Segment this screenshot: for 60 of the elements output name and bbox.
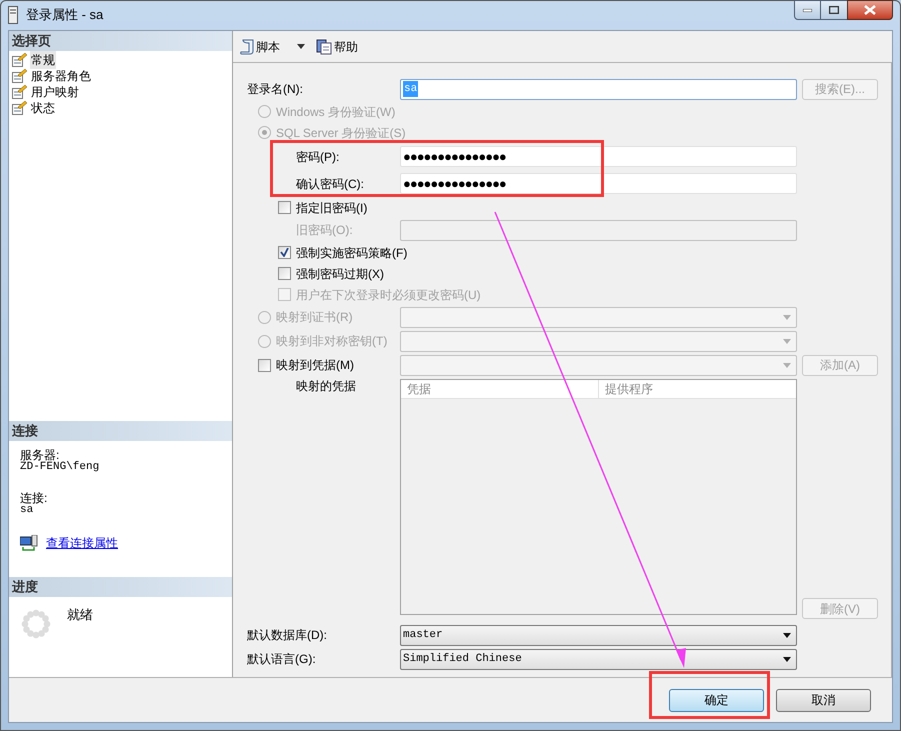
section-header: 选择页 (9, 31, 232, 51)
window-icon (8, 6, 18, 24)
window-title: 登录属性 - sa (26, 6, 104, 24)
field-label: 密码(P): (296, 150, 340, 164)
column-header: 提供程序 (604, 381, 654, 398)
ok-button[interactable]: 确定 (669, 688, 764, 712)
caret-icon[interactable] (297, 44, 305, 49)
cancel-button[interactable]: 取消 (776, 688, 871, 712)
page-icon (12, 101, 27, 115)
field-label: 映射的凭据 (296, 379, 356, 393)
dropdown-arrow-icon (783, 632, 791, 638)
scroll-icon (240, 38, 254, 54)
computer-icon (20, 535, 38, 551)
field-label: 映射到凭据(M) (276, 358, 354, 372)
page-list-item[interactable]: 常规 (30, 51, 56, 69)
field-label: 用户在下次登录时必须更改密码(U) (296, 288, 481, 302)
field-label: 强制实施密码策略(F) (296, 246, 408, 260)
progress-spinner-icon (21, 609, 51, 639)
connection-label: 连接: (20, 492, 48, 505)
field-label: 旧密码(O): (296, 223, 353, 237)
column-header: 凭据 (401, 380, 599, 398)
dropdown[interactable]: Simplified Chinese (400, 648, 797, 670)
field-label: 映射到证书(R) (276, 310, 353, 324)
close-button[interactable] (847, 0, 893, 20)
server-label: 服务器: (20, 449, 60, 462)
server-name: ZD-FENG\feng (20, 462, 100, 473)
section-header: 连接 (9, 421, 232, 441)
field-label: 指定旧密码(I) (296, 200, 368, 214)
document-icon (316, 38, 332, 54)
section-header: 进度 (9, 577, 232, 597)
minimize-icon (803, 8, 812, 12)
status-text: 就绪 (67, 606, 93, 624)
page-list-item[interactable]: 服务器角色 (30, 67, 92, 85)
field-label: SQL Server 身份验证(S) (276, 126, 406, 140)
page-list-item[interactable]: 状态 (30, 99, 56, 117)
help-button[interactable]: 帮助 (315, 36, 359, 58)
script-button[interactable]: 脚本 (239, 36, 281, 58)
dropdown-arrow-icon (783, 338, 791, 344)
minimize-button[interactable] (794, 0, 821, 20)
dropdown-arrow-icon (783, 314, 791, 320)
field-label: 确认密码(C): (296, 176, 364, 190)
page-icon (12, 69, 27, 83)
page-icon (12, 85, 27, 99)
field-label: 默认语言(G): (247, 652, 316, 666)
dropdown[interactable]: master (400, 624, 797, 646)
field-label: 登录名(N): (247, 82, 303, 96)
maximize-button[interactable] (821, 0, 847, 20)
page-list-item[interactable]: 用户映射 (30, 83, 80, 101)
field-label: 强制密码过期(X) (296, 266, 384, 280)
maximize-icon (829, 6, 839, 14)
close-icon (864, 5, 876, 15)
field-label: 映射到非对称密钥(T) (276, 334, 388, 348)
dropdown-arrow-icon (783, 362, 791, 368)
checkbox[interactable] (258, 358, 271, 372)
page-icon (12, 53, 27, 67)
view-connection-properties-link[interactable]: 查看连接属性 (46, 534, 118, 552)
connection-name: sa (20, 505, 34, 516)
field-label: 默认数据库(D): (247, 628, 327, 642)
dropdown-arrow-icon (783, 656, 791, 662)
field-label: Windows 身份验证(W) (276, 104, 396, 118)
